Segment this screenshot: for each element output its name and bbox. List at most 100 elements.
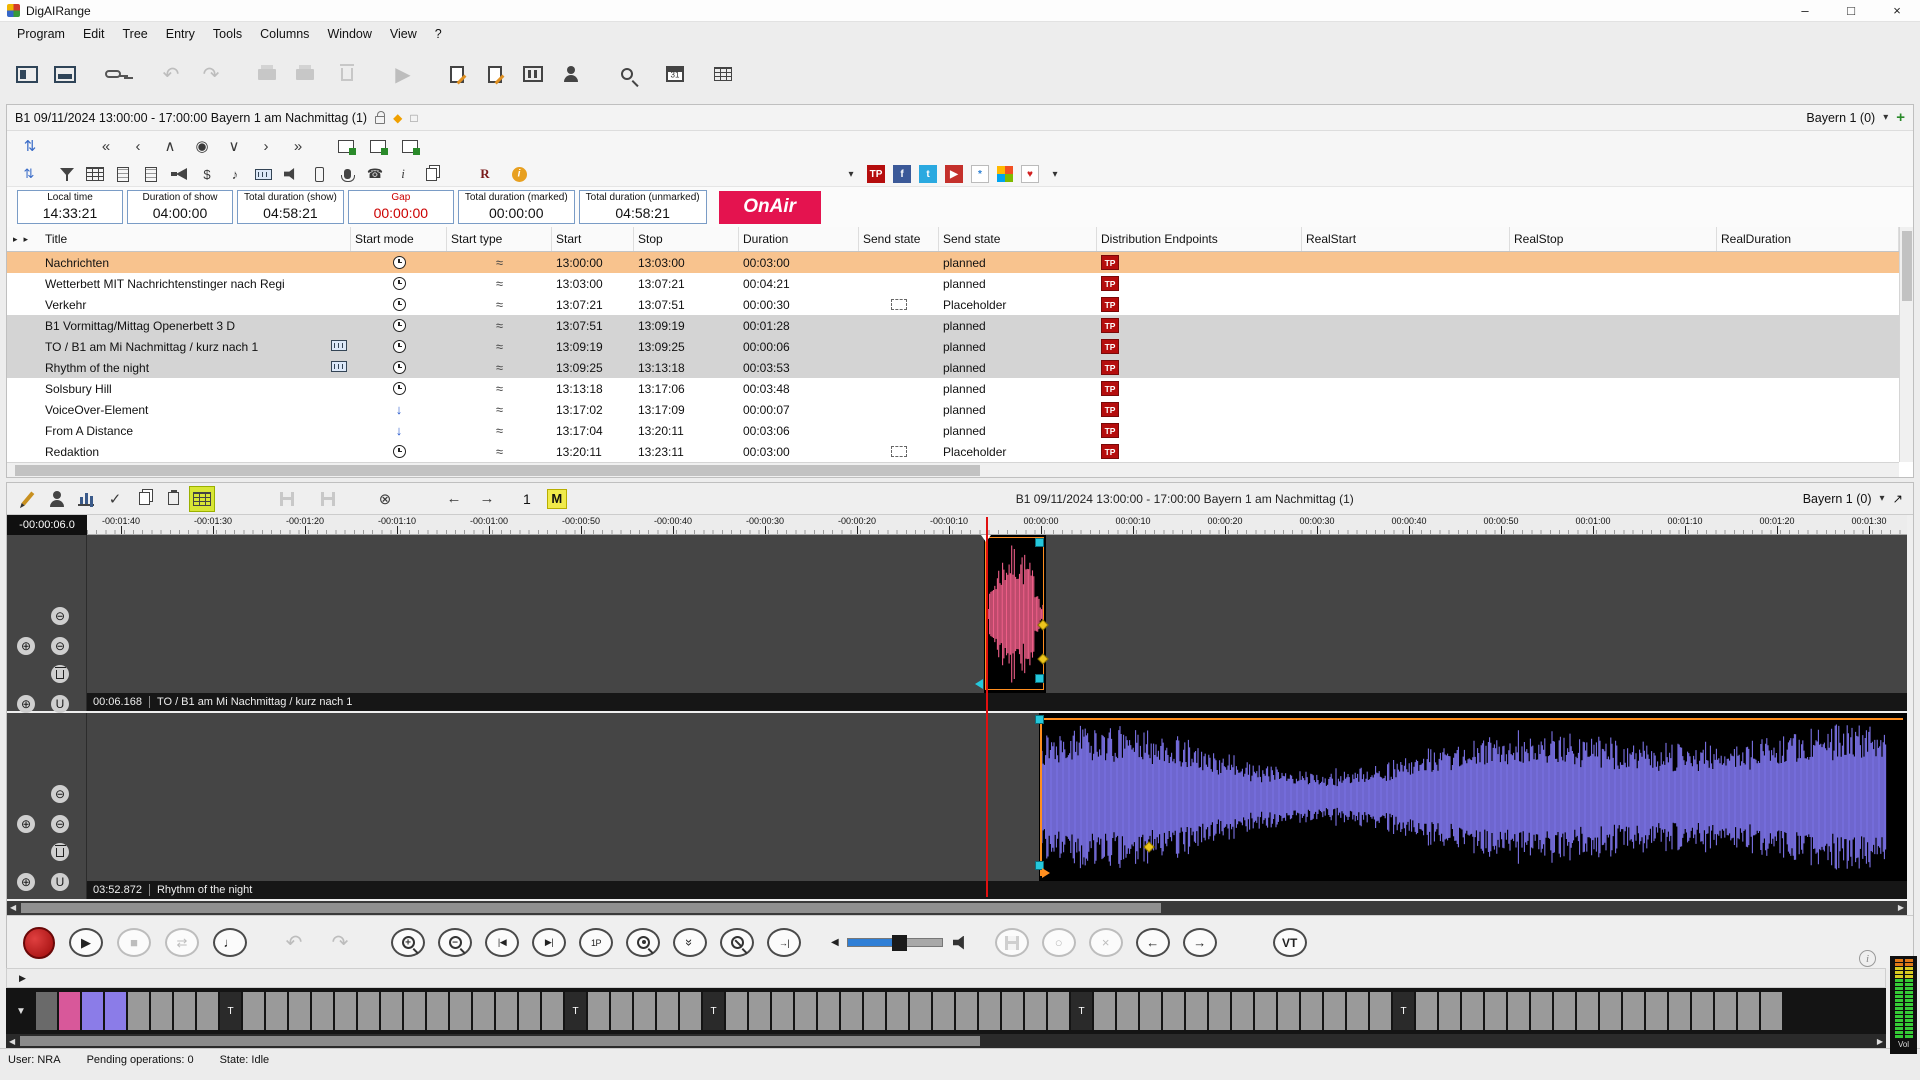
- speaker-small-icon[interactable]: [279, 163, 303, 185]
- loop-track-icon[interactable]: U: [51, 873, 69, 891]
- overview-block[interactable]: [818, 992, 839, 1030]
- select-track-icon[interactable]: ⊕: [17, 695, 35, 713]
- zoom-in-button[interactable]: +: [391, 928, 425, 957]
- play-button[interactable]: ▶: [69, 928, 103, 957]
- table-row[interactable]: B1 Vormittag/Mittag Openerbett 3 D≈13:07…: [7, 315, 1899, 336]
- overview-block[interactable]: [1462, 992, 1483, 1030]
- table-row[interactable]: Solsbury Hill≈13:13:1813:17:0600:03:48pl…: [7, 378, 1899, 399]
- overview-block[interactable]: [496, 992, 517, 1030]
- mode-badge[interactable]: M: [547, 489, 567, 509]
- overview-block[interactable]: [427, 992, 448, 1030]
- table-row[interactable]: Wetterbett MIT Nachrichtenstinger nach R…: [7, 273, 1899, 294]
- overview-block[interactable]: [1646, 992, 1667, 1030]
- cancel-circle-icon[interactable]: ⊗: [372, 486, 398, 512]
- insert-sub-entry-icon[interactable]: [397, 134, 423, 158]
- overview-block[interactable]: [864, 992, 885, 1030]
- playhead-cursor[interactable]: [986, 517, 988, 897]
- overview-block[interactable]: [1140, 992, 1161, 1030]
- track-1-lane[interactable]: 00:06.168 TO / B1 am Mi Nachmittag / kur…: [87, 535, 1907, 711]
- overview-block[interactable]: [634, 992, 655, 1030]
- overview-block[interactable]: [1048, 992, 1069, 1030]
- column-header-duration[interactable]: Duration: [739, 227, 859, 251]
- column-header-realduration[interactable]: RealDuration: [1717, 227, 1899, 251]
- overview-block[interactable]: [1485, 992, 1506, 1030]
- zoom-user-button[interactable]: [626, 928, 660, 957]
- clip-2-start-edge[interactable]: [1040, 718, 1042, 876]
- overview-block[interactable]: [795, 992, 816, 1030]
- shuffle-button[interactable]: ⇄: [165, 928, 199, 957]
- overview-block[interactable]: [1278, 992, 1299, 1030]
- layout-rows-icon[interactable]: [48, 57, 82, 91]
- mute-icon[interactable]: ◀: [831, 937, 839, 948]
- facebook-endpoint-icon[interactable]: f: [893, 164, 911, 184]
- overview-block[interactable]: [289, 992, 310, 1030]
- overview-block[interactable]: [1002, 992, 1023, 1030]
- tp-endpoint-icon[interactable]: TP: [867, 164, 885, 184]
- overview-block[interactable]: [1209, 992, 1230, 1030]
- youtube-endpoint-icon[interactable]: ▶: [945, 164, 963, 184]
- paste-clip-icon[interactable]: [160, 486, 186, 512]
- select-track-icon[interactable]: ⊕: [17, 873, 35, 891]
- overview-block[interactable]: [1439, 992, 1460, 1030]
- go-end-button[interactable]: ▶|: [532, 928, 566, 957]
- transport-info-icon[interactable]: i: [1859, 950, 1876, 967]
- zoom-playhead-button[interactable]: 1P: [579, 928, 613, 957]
- current-entry-icon[interactable]: ◉: [189, 134, 215, 158]
- endpoint-dropdown-icon[interactable]: ▾: [843, 164, 859, 184]
- jump-last-icon[interactable]: »: [285, 134, 311, 158]
- redo-icon[interactable]: ↷: [194, 57, 228, 91]
- overview-block[interactable]: [243, 992, 264, 1030]
- overview-block[interactable]: [174, 992, 195, 1030]
- collapse-track-icon[interactable]: ⊖: [51, 785, 69, 803]
- close-button[interactable]: ×: [1874, 0, 1920, 21]
- cartwall-toggle-icon[interactable]: [189, 486, 215, 512]
- clip-2-volume-line[interactable]: [1041, 718, 1903, 720]
- menu-item-entry[interactable]: Entry: [157, 24, 204, 44]
- scrollbar-thumb[interactable]: [15, 465, 980, 476]
- region-icon[interactable]: R: [473, 163, 497, 185]
- overview-block[interactable]: [1531, 992, 1552, 1030]
- jump-prev-icon[interactable]: ‹: [125, 134, 151, 158]
- nudge-left-icon[interactable]: ←: [441, 486, 467, 512]
- copy-clip-icon[interactable]: [131, 486, 157, 512]
- clip-edge-handle[interactable]: [975, 679, 983, 689]
- level-meter-icon[interactable]: [73, 486, 99, 512]
- overview-block[interactable]: [1232, 992, 1253, 1030]
- sort-order-icon[interactable]: ⇅: [17, 134, 43, 158]
- timeline-ruler[interactable]: -00:01:40-00:01:30-00:01:20-00:01:10-00:…: [87, 515, 1907, 535]
- waveform-clip-2[interactable]: [1041, 713, 1887, 881]
- scroll-left-icon[interactable]: ◀: [10, 903, 16, 912]
- scroll-right-icon[interactable]: ▶: [1898, 903, 1904, 912]
- delete-entry-icon[interactable]: [330, 57, 364, 91]
- menu-item-program[interactable]: Program: [8, 24, 74, 44]
- collapse-tracks-button[interactable]: »: [673, 928, 707, 957]
- key-icon[interactable]: [96, 57, 130, 91]
- collapse-track-icon[interactable]: ⊖: [51, 607, 69, 625]
- edit-script-icon[interactable]: [478, 57, 512, 91]
- editor-hscrollbar[interactable]: ◀ ▶: [7, 901, 1907, 915]
- clip-handle[interactable]: [1035, 715, 1044, 724]
- scrollbar-thumb[interactable]: [21, 903, 1161, 913]
- apply-icon[interactable]: ✓: [102, 486, 128, 512]
- overview-block[interactable]: [933, 992, 954, 1030]
- menu-item-edit[interactable]: Edit: [74, 24, 114, 44]
- overview-block[interactable]: [36, 992, 57, 1030]
- record-button[interactable]: [21, 925, 57, 961]
- overview-marker[interactable]: T: [220, 992, 241, 1030]
- mobile-icon[interactable]: [307, 163, 331, 185]
- overview-block[interactable]: [1738, 992, 1759, 1030]
- overview-block[interactable]: [1025, 992, 1046, 1030]
- voice-track-button[interactable]: VT: [1273, 928, 1307, 957]
- overview-block[interactable]: [1761, 992, 1782, 1030]
- overview-block[interactable]: [1163, 992, 1184, 1030]
- overview-block[interactable]: [1347, 992, 1368, 1030]
- overview-block[interactable]: [979, 992, 1000, 1030]
- overview-block[interactable]: [680, 992, 701, 1030]
- overview-scrollbar[interactable]: ◀ ▶: [6, 1034, 1886, 1048]
- overview-block[interactable]: [82, 992, 103, 1030]
- overview-block[interactable]: [1416, 992, 1437, 1030]
- volume-slider[interactable]: [847, 938, 943, 947]
- editor-channel-label[interactable]: Bayern 1 (0): [1803, 492, 1872, 506]
- prev-element-button[interactable]: ←: [1136, 928, 1170, 957]
- table-row[interactable]: TO / B1 am Mi Nachmittag / kurz nach 1≈1…: [7, 336, 1899, 357]
